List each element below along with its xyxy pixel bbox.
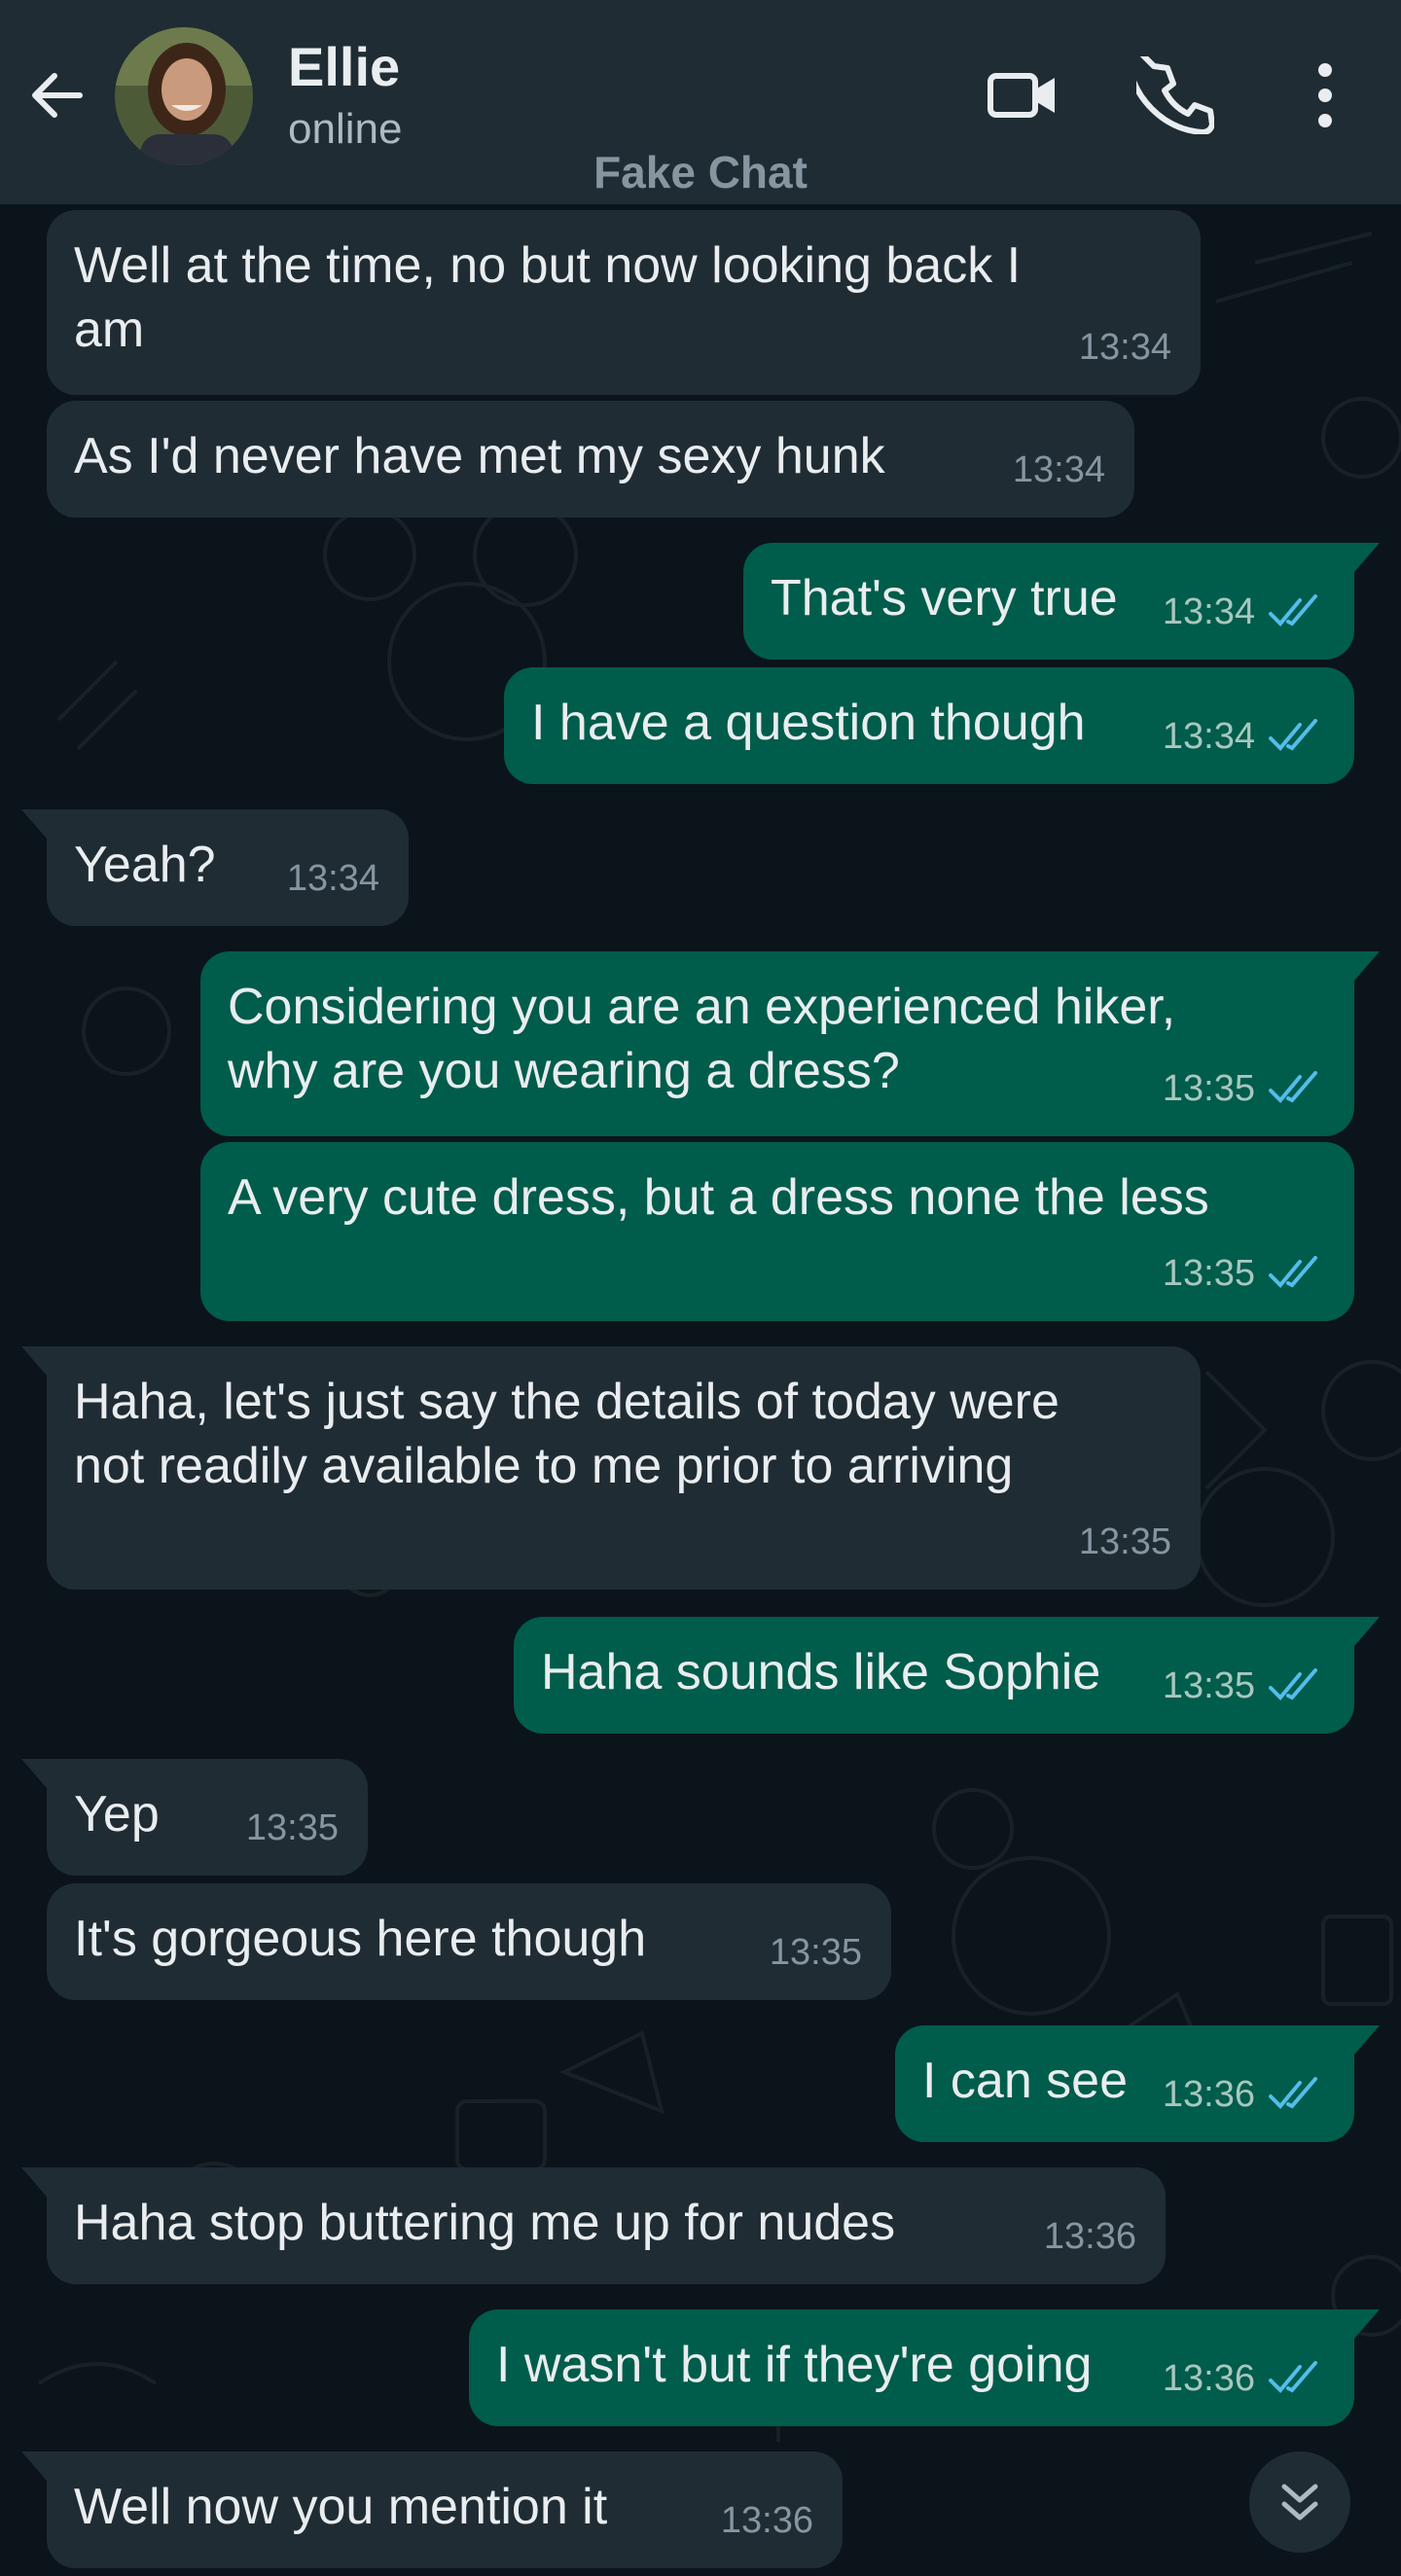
message-time: 13:35 (1162, 1068, 1255, 1109)
message-outgoing[interactable]: Haha sounds like Sophie 13:35 (514, 1617, 1380, 1734)
message-outgoing[interactable]: I have a question though 13:34 (504, 667, 1354, 784)
read-receipt-icon (1269, 2361, 1317, 2393)
read-receipt-icon (1269, 719, 1317, 751)
message-incoming[interactable]: Well at the time, no but now looking bac… (47, 210, 1201, 395)
message-time: 13:34 (1012, 449, 1105, 490)
avatar-photo (115, 27, 253, 165)
message-incoming[interactable]: As I'd never have met my sexy hunk 13:34 (47, 401, 1134, 518)
message-time: 13:34 (1162, 591, 1255, 632)
read-receipt-icon (1269, 1256, 1317, 1288)
message-incoming[interactable]: Well now you mention it 13:36 (21, 2451, 843, 2568)
read-receipt-icon (1269, 1071, 1317, 1103)
message-outgoing[interactable]: That's very true 13:34 (743, 543, 1380, 660)
message-text: A very cute dress, but a dress none the … (228, 1169, 1209, 1226)
message-incoming[interactable]: Haha, let's just say the details of toda… (21, 1346, 1201, 1590)
message-time: 13:35 (1162, 1253, 1255, 1294)
message-incoming[interactable]: Haha stop buttering me up for nudes 13:3… (21, 2167, 1166, 2284)
message-outgoing[interactable]: Considering you are an experienced hiker… (200, 951, 1380, 1136)
message-text: Well at the time, no but now looking bac… (74, 237, 1022, 358)
message-time: 13:35 (245, 1807, 339, 1848)
message-time: 13:36 (1162, 2358, 1255, 2399)
fake-chat-watermark: Fake Chat (593, 147, 808, 197)
avatar[interactable] (115, 27, 253, 165)
phone-icon[interactable] (1136, 56, 1214, 134)
message-text: Well now you mention it (74, 2479, 608, 2535)
message-time: 13:35 (1162, 1665, 1255, 1706)
read-receipt-icon (1269, 1668, 1317, 1700)
message-text: Haha sounds like Sophie (541, 1644, 1101, 1700)
message-outgoing[interactable]: A very cute dress, but a dress none the … (200, 1142, 1354, 1321)
message-text: Haha stop buttering me up for nudes (74, 2195, 896, 2251)
message-time: 13:34 (1162, 716, 1255, 757)
message-list[interactable]: Well at the time, no but now looking bac… (0, 204, 1401, 2576)
chat-header: Ellie online Fake Chat (0, 0, 1401, 204)
message-time: 13:34 (1078, 327, 1171, 368)
message-incoming[interactable]: Yeah? 13:34 (21, 809, 409, 926)
message-text: It's gorgeous here though (74, 1911, 647, 1967)
chevrons-down-icon (1281, 2484, 1318, 2521)
message-time: 13:34 (286, 858, 379, 899)
more-vertical-icon[interactable] (1286, 56, 1364, 134)
message-incoming[interactable]: Yep 13:35 (21, 1759, 368, 1876)
scroll-to-bottom-button[interactable] (1249, 2451, 1350, 2553)
message-outgoing[interactable]: I can see 13:36 (895, 2025, 1380, 2142)
message-text: Yep (74, 1786, 160, 1843)
message-time: 13:35 (769, 1932, 862, 1973)
message-outgoing[interactable]: I wasn't but if they're going 13:36 (469, 2309, 1380, 2426)
message-incoming[interactable]: It's gorgeous here though 13:35 (47, 1883, 891, 2000)
message-text: Yeah? (74, 837, 216, 893)
message-text: As I'd never have met my sexy hunk (74, 428, 885, 484)
message-time: 13:36 (720, 2500, 813, 2541)
message-text: I have a question though (531, 695, 1086, 751)
read-receipt-icon (1269, 2077, 1317, 2109)
arrow-left-icon[interactable] (23, 60, 93, 130)
message-text: Haha, let's just say the details of toda… (74, 1374, 1060, 1494)
contact-name[interactable]: Ellie (288, 35, 400, 98)
message-text: I can see (922, 2053, 1129, 2109)
message-time: 13:36 (1162, 2074, 1255, 2115)
message-time: 13:36 (1043, 2216, 1136, 2257)
message-text: I wasn't but if they're going (496, 2337, 1093, 2393)
video-call-icon[interactable] (985, 56, 1062, 134)
message-time: 13:35 (1078, 1521, 1171, 1562)
read-receipt-icon (1269, 594, 1317, 626)
message-text: That's very true (771, 570, 1118, 626)
